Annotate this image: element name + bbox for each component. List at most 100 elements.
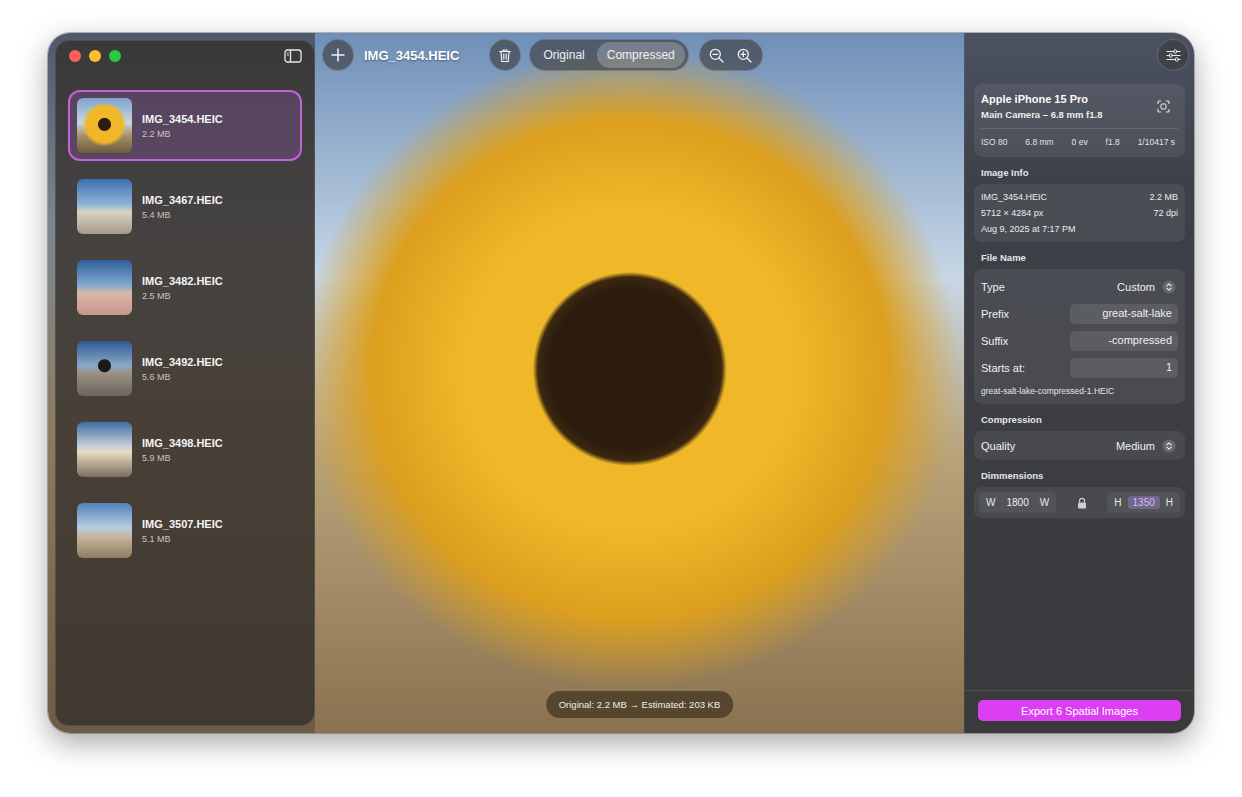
zoom-out-icon — [709, 48, 724, 63]
width-group: W1800W — [979, 492, 1056, 513]
viewfinder-icon — [1157, 100, 1170, 113]
size-estimate: Original: 2.2 MB → Estimated: 203 KB — [546, 691, 734, 718]
info-row: 5712 × 4284 px 72 dpi — [981, 208, 1178, 218]
file-thumbnail — [77, 503, 132, 558]
file-name-row: Suffix -compressed — [981, 330, 1178, 351]
text-field[interactable]: 1 — [1070, 358, 1178, 378]
file-item[interactable]: IMG_3507.HEIC5.1 MB — [68, 495, 302, 566]
camera-text: Apple iPhone 15 ProMain Camera – 6.8 mm … — [981, 93, 1102, 120]
file-item[interactable]: IMG_3492.HEIC 5.6 MB — [68, 333, 302, 404]
section-heading: Dimmensions — [981, 470, 1185, 481]
file-item[interactable]: IMG_3498.HEIC5.9 MB — [68, 414, 302, 485]
field-label: Quality — [981, 440, 1015, 452]
file-size: 5.1 MB — [142, 534, 223, 544]
file-text: IMG_3454.HEIC 2.2 MB — [142, 113, 223, 139]
file-size: 5.4 MB — [142, 210, 223, 220]
dimensions-card: W1800WH1350H — [974, 487, 1185, 518]
close-button[interactable] — [69, 50, 81, 62]
info-dpi: 72 dpi — [1153, 208, 1178, 218]
zoom-button[interactable] — [109, 50, 121, 62]
sidebar-column: IMG_3454.HEIC2.2 MBIMG_3467.HEIC5.4 MBIM… — [48, 33, 315, 733]
section-heading: Image Info — [981, 167, 1185, 178]
file-name: IMG_3482.HEIC — [142, 275, 223, 287]
file-name-card: TypeCustomPrefixgreat-salt-lakeSuffix-co… — [974, 269, 1185, 404]
height-label: H — [1114, 497, 1121, 508]
file-name: IMG_3492.HEIC — [142, 356, 223, 368]
file-size: 5.6 MB — [142, 372, 223, 382]
inspector-header — [965, 33, 1194, 71]
zoom-in-button[interactable] — [734, 42, 756, 68]
file-item[interactable]: IMG_3454.HEIC 2.2 MB — [68, 90, 302, 161]
exposure-spec: 0 ev — [1072, 137, 1088, 147]
file-name: IMG_3467.HEIC — [142, 194, 223, 206]
file-name-preview: great-salt-lake-compressed-1.HEIC — [981, 386, 1178, 396]
height-group: H 1350 H — [1107, 492, 1180, 513]
info-file-size: 2.2 MB — [1149, 192, 1178, 202]
file-size: 5.9 MB — [142, 453, 223, 463]
zoom-out-button[interactable] — [706, 42, 728, 68]
section-heading: File Name — [981, 252, 1185, 263]
zoom-controls — [699, 39, 763, 71]
file-thumbnail — [77, 98, 132, 153]
type-select[interactable]: Custom — [1117, 280, 1178, 294]
file-thumbnail — [77, 179, 132, 234]
photo-preview: IMG_3454.HEICOriginalCompressed Original:… — [315, 33, 964, 733]
toolbar: IMG_3454.HEICOriginalCompressed — [322, 39, 763, 71]
plus-icon — [331, 48, 345, 62]
exposure-spec: 1/10417 s — [1138, 137, 1175, 147]
field-label: Starts at: — [981, 362, 1025, 374]
window-controls — [69, 50, 121, 62]
exposure-spec: 6.8 mm — [1025, 137, 1053, 147]
info-date: Aug 9, 2025 at 7:17 PM — [981, 224, 1076, 234]
info-row: Aug 9, 2025 at 7:17 PM — [981, 224, 1178, 234]
add-button[interactable] — [322, 39, 354, 71]
height-unit: H — [1166, 497, 1173, 508]
info-dimensions: 5712 × 4284 px — [981, 208, 1043, 218]
text-field[interactable]: -compressed — [1070, 331, 1178, 351]
text-field[interactable]: great-salt-lake — [1070, 304, 1178, 324]
minimize-button[interactable] — [89, 50, 101, 62]
height-field[interactable]: 1350 — [1128, 496, 1160, 509]
sidebar-toggle-icon[interactable] — [284, 49, 302, 63]
info-file-name: IMG_3454.HEIC — [981, 192, 1047, 202]
file-text: IMG_3482.HEIC 2.5 MB — [142, 275, 223, 301]
delete-button[interactable] — [489, 39, 521, 71]
section-heading: Compression — [981, 414, 1185, 425]
file-item[interactable]: IMG_3482.HEIC 2.5 MB — [68, 252, 302, 323]
exposure-specs: ISO 80 6.8 mm 0 ev f1.8 1/10417 s — [981, 129, 1178, 150]
view-mode-tab[interactable]: Compressed — [597, 42, 685, 68]
info-row: IMG_3454.HEIC 2.2 MB — [981, 192, 1178, 202]
file-name: IMG_3454.HEIC — [142, 113, 223, 125]
file-text: IMG_3467.HEIC 5.4 MB — [142, 194, 223, 220]
chevron-updown-icon — [1162, 280, 1176, 294]
width-unit: W — [1040, 497, 1049, 508]
exposure-spec: f1.8 — [1106, 137, 1120, 147]
width-field[interactable]: 1800 — [1001, 496, 1033, 509]
view-mode-tab[interactable]: Original — [533, 42, 594, 68]
file-text: IMG_3507.HEIC5.1 MB — [142, 518, 223, 544]
screen: IMG_3454.HEIC2.2 MBIMG_3467.HEIC5.4 MBIM… — [0, 0, 1242, 797]
settings-button[interactable] — [1157, 39, 1189, 71]
compression-card: Quality Medium — [974, 431, 1185, 460]
sliders-icon — [1166, 49, 1181, 62]
quality-select[interactable]: Medium — [1116, 439, 1178, 453]
file-sidebar: IMG_3454.HEIC2.2 MBIMG_3467.HEIC5.4 MBIM… — [55, 40, 315, 726]
file-name-row: TypeCustom — [981, 276, 1178, 297]
file-item[interactable]: IMG_3467.HEIC 5.4 MB — [68, 171, 302, 242]
camera-lens: Main Camera – 6.8 mm f1.8 — [981, 109, 1102, 120]
file-size: 2.2 MB — [142, 129, 223, 139]
zoom-in-icon — [737, 48, 752, 63]
lock-icon[interactable] — [1077, 497, 1087, 509]
file-list: IMG_3454.HEIC2.2 MBIMG_3467.HEIC5.4 MBIM… — [68, 90, 302, 566]
export-button[interactable]: Export 6 Spatial Images — [978, 700, 1181, 721]
field-label: Suffix — [981, 335, 1008, 347]
file-size: 2.5 MB — [142, 291, 223, 301]
app-window: IMG_3454.HEIC2.2 MBIMG_3467.HEIC5.4 MBIM… — [48, 33, 1194, 733]
export-bar: Export 6 Spatial Images — [965, 690, 1194, 733]
file-name-row: Starts at: 1 — [981, 357, 1178, 378]
quality-row: Quality Medium — [981, 435, 1178, 456]
exposure-spec: ISO 80 — [981, 137, 1007, 147]
select-value: Custom — [1117, 281, 1155, 293]
select-value: Medium — [1116, 440, 1155, 452]
inspector-panel: Apple iPhone 15 ProMain Camera – 6.8 mm … — [964, 33, 1194, 733]
